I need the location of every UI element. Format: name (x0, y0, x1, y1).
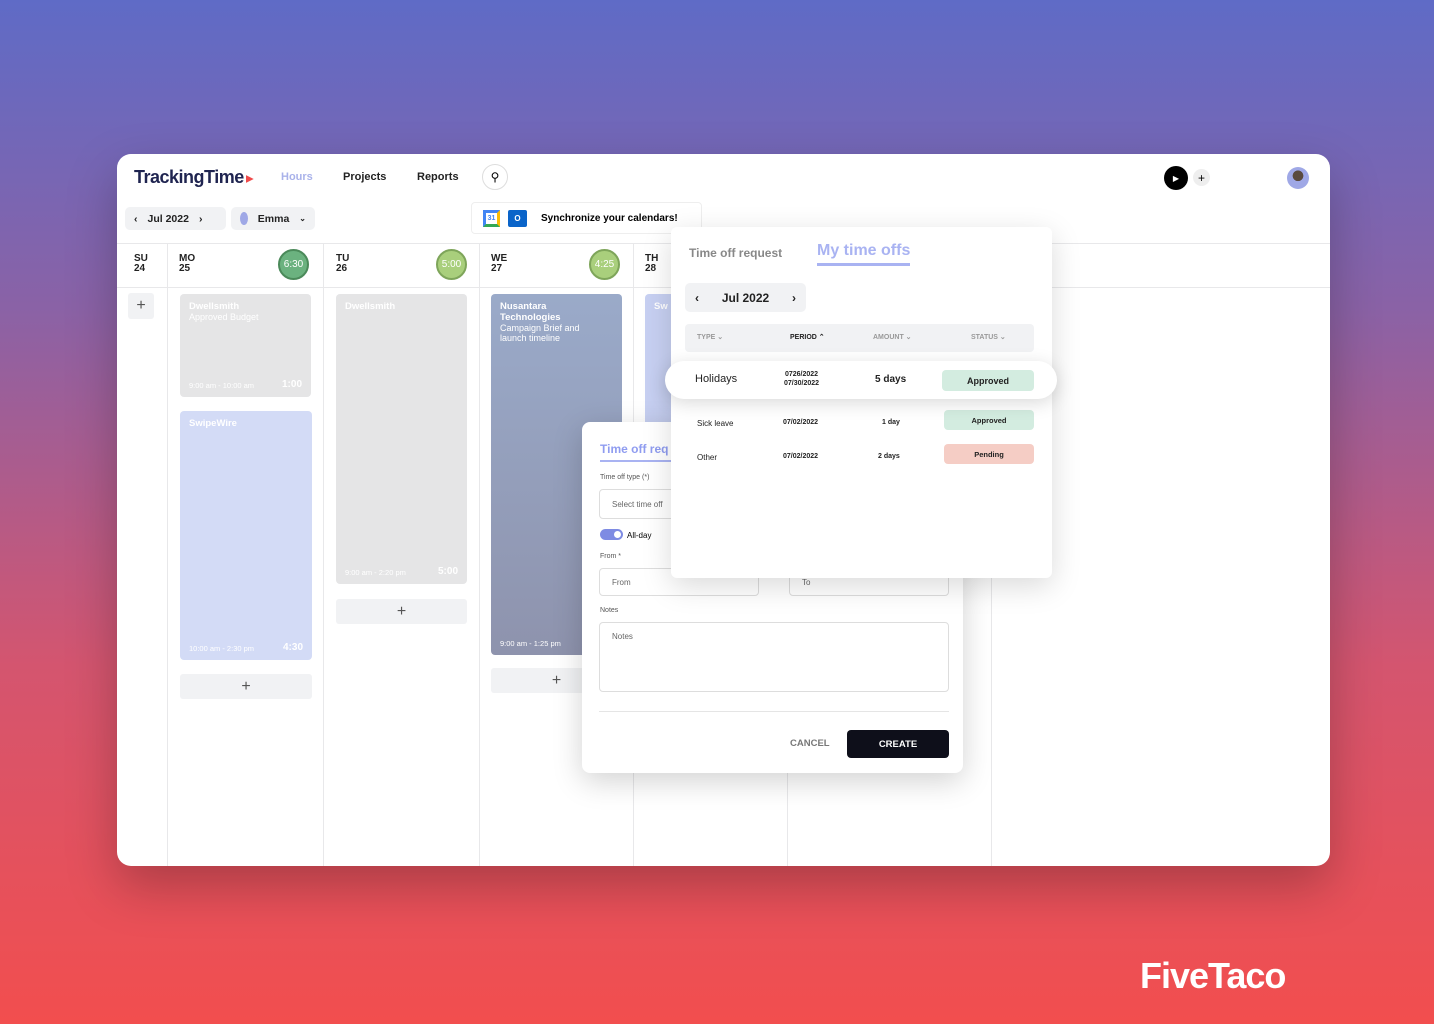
time-off-type-label: Time off type (*) (600, 474, 650, 481)
status-badge: Approved (942, 370, 1034, 391)
status-badge: Pending (944, 444, 1034, 464)
row-type: Other (697, 453, 718, 462)
my-time-offs-panel: Time off request My time offs ‹ Jul 2022 ›… (671, 227, 1052, 578)
nav-reports[interactable]: Reports (417, 171, 459, 183)
add-entry-button[interactable]: + (180, 674, 312, 699)
play-timer-button[interactable]: ▶ (1164, 166, 1188, 190)
time-entry-card[interactable]: Dwellsmith 9:00 am - 2:20 pm 5:00 (336, 294, 467, 584)
nav-projects[interactable]: Projects (343, 171, 386, 183)
time-entry-card[interactable]: SwipeWire 10:00 am - 2:30 pm 4:30 (180, 411, 312, 660)
status-badge: Approved (944, 410, 1034, 430)
notes-textarea[interactable]: Notes (599, 622, 949, 692)
fivetaco-watermark: FiveTaco (1140, 955, 1286, 996)
add-entry-button[interactable]: + (336, 599, 467, 624)
time-entry-card[interactable]: Dwellsmith Approved Budget 9:00 am - 10:0… (180, 294, 311, 397)
prev-month-button[interactable]: ‹ (134, 213, 138, 225)
table-header: TYPE ⌄ PERIOD ⌃ AMOUNT ⌄ STATUS ⌄ (685, 324, 1034, 352)
create-button[interactable]: CREATE (847, 730, 949, 758)
month-label: Jul 2022 (721, 290, 770, 305)
prev-month-button[interactable]: ‹ (695, 291, 699, 305)
column-amount[interactable]: AMOUNT ⌄ (873, 324, 912, 352)
add-button[interactable]: + (1193, 169, 1210, 186)
day-header-tu: TU 26 (336, 253, 350, 274)
row-amount: 2 days (878, 453, 900, 460)
outlook-icon: O (508, 209, 527, 227)
day-total-badge: 6:30 (278, 249, 309, 280)
row-amount: 1 day (882, 419, 900, 426)
divider (599, 711, 949, 712)
table-row[interactable]: Sick leave 07/02/2022 1 day Approved (697, 410, 1034, 433)
row-period: 07/02/2022 (783, 419, 819, 426)
tab-my-time-offs[interactable]: My time offs (817, 242, 911, 266)
column-divider (323, 243, 324, 866)
user-name: Emma (257, 212, 290, 225)
user-avatar[interactable] (1287, 167, 1309, 189)
table-row[interactable]: Other 07/02/2022 2 days Pending (697, 444, 1034, 467)
user-selector[interactable]: Emma ⌄ (231, 207, 315, 230)
next-month-button[interactable]: › (199, 213, 203, 225)
sync-label: Synchronize your calendars! (541, 212, 678, 224)
nav-hours[interactable]: Hours (281, 171, 313, 183)
day-header-th: TH 28 (645, 253, 659, 274)
day-header-mo: MO 25 (179, 253, 196, 274)
month-selector: ‹ Jul 2022 › (125, 207, 226, 230)
next-month-button[interactable]: › (792, 291, 796, 305)
day-total-badge: 5:00 (436, 249, 467, 280)
timeoffs-month-selector: ‹ Jul 2022 › (685, 283, 806, 312)
row-type: Sick leave (697, 419, 734, 428)
sync-calendars-banner[interactable]: 31 O Synchronize your calendars! (471, 202, 702, 234)
notes-label: Notes (600, 607, 619, 614)
row-period: 07/02/2022 (783, 453, 819, 460)
all-day-label: All-day (627, 531, 652, 540)
app-logo[interactable]: TrackingTime (134, 167, 254, 188)
google-calendar-icon: 31 (483, 209, 500, 227)
row-type: Holidays (695, 373, 738, 385)
chevron-down-icon: ⌄ (299, 214, 306, 223)
row-period: 0726/2022 07/30/2022 (784, 371, 820, 387)
day-header-su: SU 24 (134, 253, 148, 274)
row-amount: 5 days (875, 374, 907, 385)
user-avatar-small (240, 212, 248, 225)
column-status[interactable]: STATUS ⌄ (971, 324, 1006, 352)
from-label: From * (600, 553, 621, 560)
column-divider (479, 243, 480, 866)
column-period[interactable]: PERIOD ⌃ (790, 324, 825, 352)
day-total-badge: 4:25 (589, 249, 620, 280)
cancel-button[interactable]: CANCEL (790, 738, 830, 749)
tab-time-off-request[interactable]: Time off request (689, 246, 782, 260)
column-divider (167, 243, 168, 866)
add-entry-button[interactable]: + (128, 293, 154, 319)
logo-text: TrackingTime (134, 167, 244, 187)
day-header-we: WE 27 (491, 253, 508, 274)
month-label: Jul 2022 (147, 212, 189, 225)
logo-mark-icon (245, 175, 254, 183)
table-row-highlighted[interactable]: Holidays 0726/2022 07/30/2022 5 days Appr… (665, 361, 1057, 399)
column-type[interactable]: TYPE ⌄ (697, 324, 723, 352)
all-day-toggle[interactable] (600, 529, 623, 540)
search-icon[interactable]: ⚲ (482, 164, 508, 190)
